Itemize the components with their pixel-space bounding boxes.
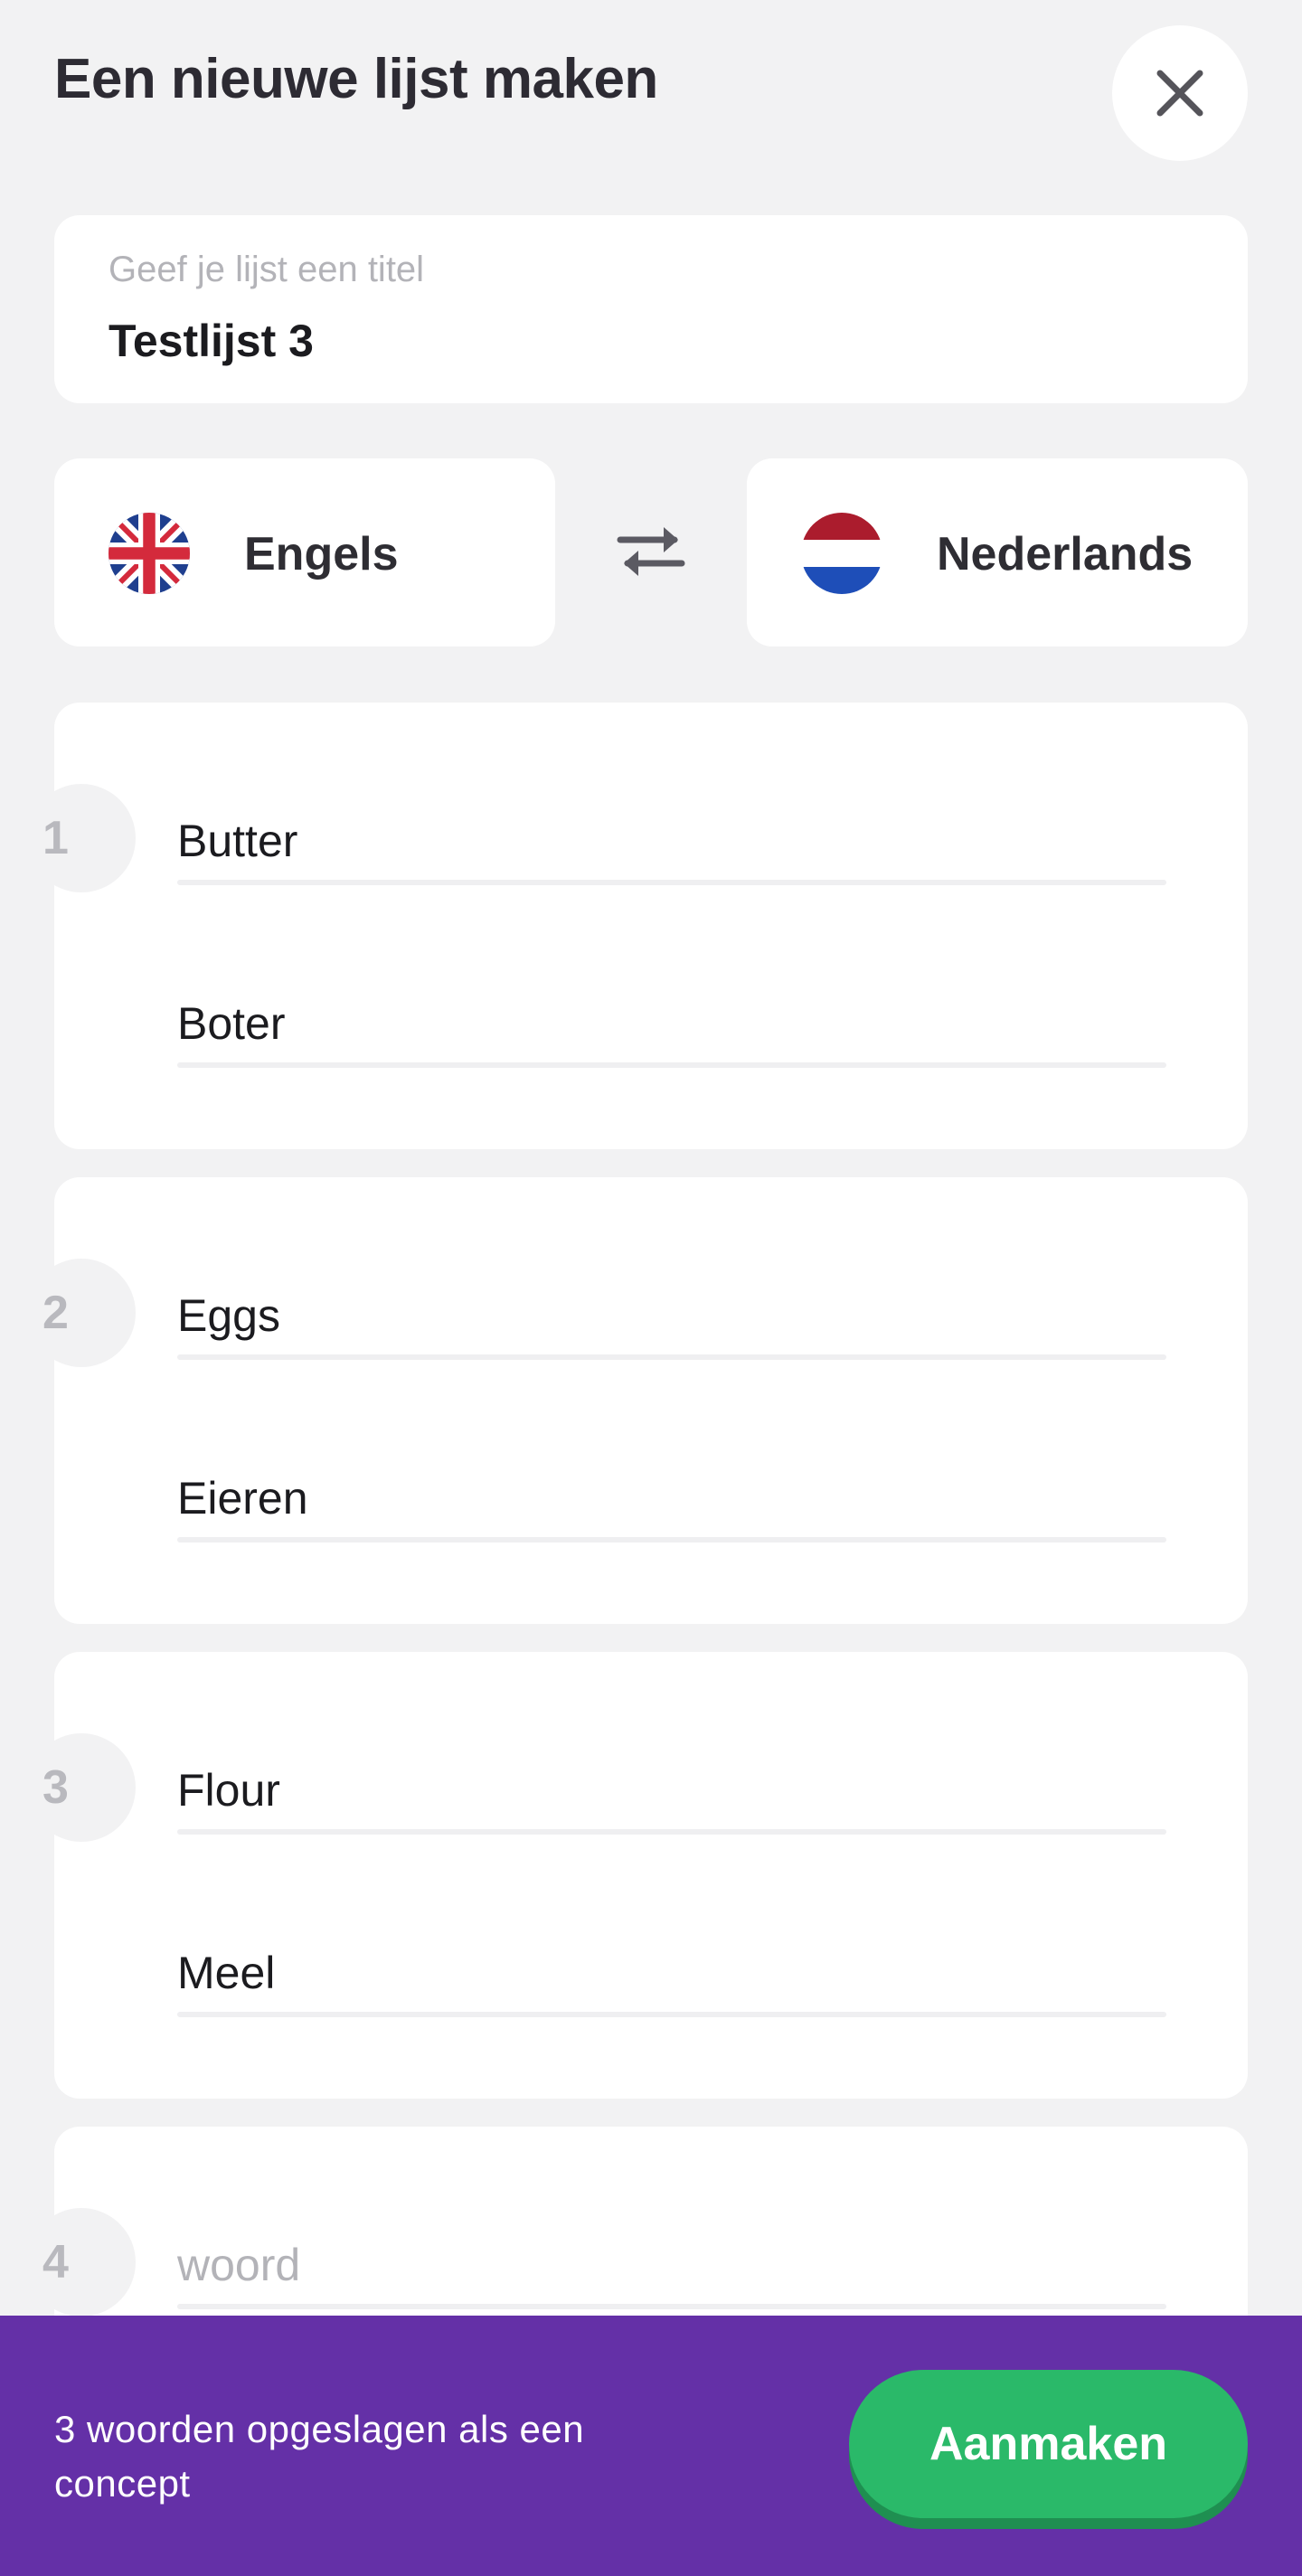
bottom-action-bar: 3 woorden opgeslagen als een concept Aan… bbox=[0, 2316, 1302, 2576]
list-title-value[interactable]: Testlijst 3 bbox=[108, 315, 314, 367]
translation-input[interactable]: Meel bbox=[177, 1927, 1166, 2017]
translation-input[interactable]: Boter bbox=[177, 977, 1166, 1068]
word-pair-card: 2 Eggs Eieren bbox=[27, 1177, 1248, 1624]
word-input[interactable]: Eggs bbox=[177, 1269, 1166, 1360]
translation-input[interactable]: Eieren bbox=[177, 1452, 1166, 1543]
uk-flag-icon bbox=[108, 513, 190, 594]
word-input[interactable]: Flour bbox=[177, 1744, 1166, 1835]
close-button[interactable] bbox=[1112, 25, 1248, 161]
field-underline bbox=[177, 2304, 1166, 2309]
field-underline bbox=[177, 1354, 1166, 1360]
entry-number: 1 bbox=[27, 784, 136, 892]
nl-flag-icon bbox=[801, 513, 882, 594]
translation-value: Boter bbox=[177, 998, 286, 1049]
source-language-selector[interactable]: Engels bbox=[54, 458, 555, 646]
word-input[interactable]: Butter bbox=[177, 795, 1166, 885]
entry-number: 3 bbox=[27, 1733, 136, 1842]
source-language-name: Engels bbox=[244, 528, 399, 580]
list-title-field[interactable]: Geef je lijst een titel Testlijst 3 bbox=[54, 215, 1248, 403]
entry-number: 2 bbox=[27, 1259, 136, 1367]
list-title-placeholder: Geef je lijst een titel bbox=[108, 250, 425, 289]
field-underline bbox=[177, 1537, 1166, 1543]
translation-value: Eieren bbox=[177, 1473, 308, 1524]
field-underline bbox=[177, 1062, 1166, 1068]
word-placeholder: woord bbox=[177, 2240, 301, 2290]
field-underline bbox=[177, 1829, 1166, 1835]
draft-status-text: 3 woorden opgeslagen als een concept bbox=[54, 2408, 585, 2505]
translation-value: Meel bbox=[177, 1948, 276, 1998]
word-value: Butter bbox=[177, 816, 298, 866]
close-icon bbox=[1156, 70, 1203, 117]
create-list-screen: Een nieuwe lijst maken Geef je lijst een… bbox=[0, 0, 1302, 2576]
swap-arrows-icon[interactable] bbox=[615, 520, 687, 583]
word-pair-card: 1 Butter Boter bbox=[27, 703, 1248, 1149]
target-language-selector[interactable]: Nederlands bbox=[747, 458, 1248, 646]
word-value: Flour bbox=[177, 1765, 280, 1816]
target-language-name: Nederlands bbox=[937, 528, 1194, 580]
word-input[interactable]: woord bbox=[177, 2219, 1166, 2309]
word-pair-card: 3 Flour Meel bbox=[27, 1652, 1248, 2099]
entry-number: 4 bbox=[27, 2208, 136, 2317]
page-title: Een nieuwe lijst maken bbox=[54, 48, 658, 110]
word-value: Eggs bbox=[177, 1290, 280, 1341]
field-underline bbox=[177, 880, 1166, 885]
create-button[interactable]: Aanmaken bbox=[849, 2370, 1248, 2518]
field-underline bbox=[177, 2012, 1166, 2017]
